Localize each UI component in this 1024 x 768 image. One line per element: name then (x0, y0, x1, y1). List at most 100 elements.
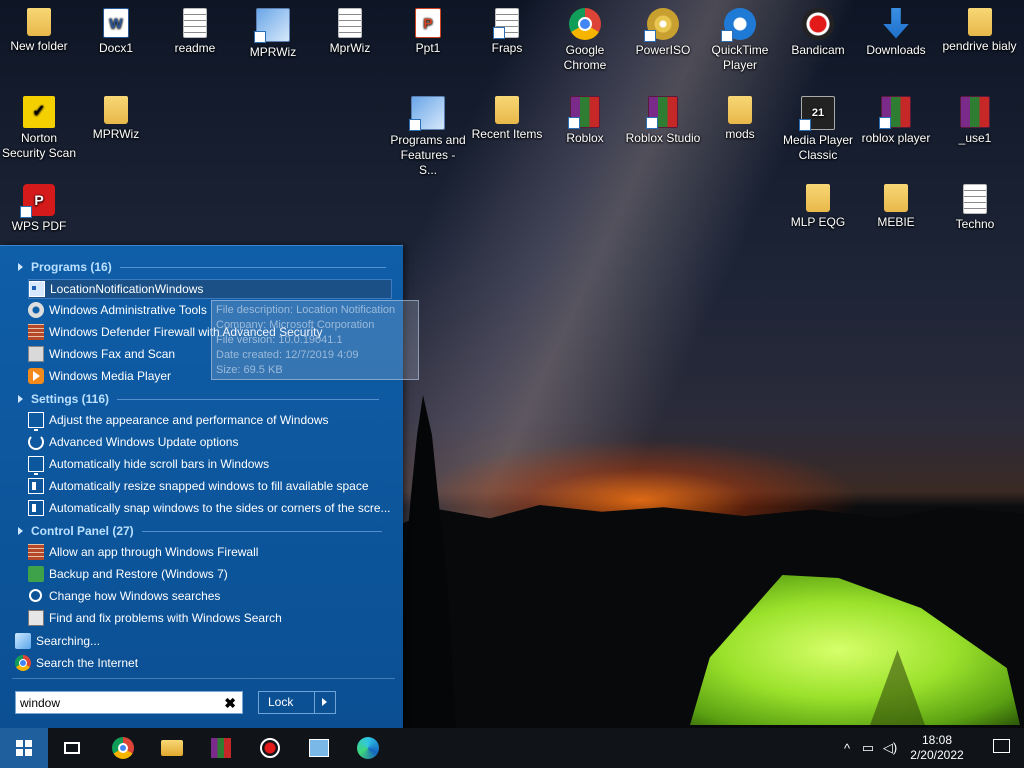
desktop-icon-wps-pdf[interactable]: P WPS PDF (1, 184, 77, 234)
sync-icon (28, 434, 44, 450)
program-item-media-player[interactable]: Windows Media Player (28, 366, 171, 386)
desktop-icon-quicktime[interactable]: QuickTime Player (702, 8, 778, 73)
taskbar-clock[interactable]: 18:08 2/20/2022 (902, 733, 972, 763)
taskbar-bandicam[interactable] (246, 728, 294, 768)
section-divider (117, 398, 380, 400)
section-divider (141, 530, 382, 532)
desktop-icon-norton[interactable]: ✓ Norton Security Scan (1, 96, 77, 161)
desktop-icon-downloads[interactable]: Downloads (858, 8, 934, 58)
desktop-icon-techno[interactable]: Techno (937, 184, 1013, 232)
desktop-icon-mprwiz-folder[interactable]: MPRWiz (78, 96, 154, 142)
archive-icon (211, 738, 231, 758)
taskbar-edge[interactable] (344, 728, 392, 768)
chevron-up-icon[interactable]: ^ (838, 741, 856, 756)
desktop-icon-mods[interactable]: mods (702, 96, 778, 142)
control-panel-section-header[interactable]: Control Panel (27) (18, 524, 386, 538)
archive-icon (646, 96, 678, 129)
desktop-icon-google-chrome[interactable]: Google Chrome (547, 8, 623, 73)
settings-item-snap-windows[interactable]: Automatically snap windows to the sides … (28, 498, 391, 518)
disc-icon (644, 8, 679, 42)
gear-icon (28, 302, 44, 318)
desktop-icon-bandicam[interactable]: Bandicam (780, 8, 856, 58)
desktop-icon-poweriso[interactable]: PowerISO (625, 8, 701, 58)
lock-button[interactable]: Lock (258, 691, 336, 714)
powerpoint-doc-icon: P (415, 8, 441, 38)
desktop-icon-new-folder[interactable]: New folder (1, 8, 77, 54)
desktop-icon-fraps[interactable]: Fraps (469, 8, 545, 56)
pdf-icon: P (20, 184, 55, 218)
desktop-icon-docx1[interactable]: W Docx1 (78, 8, 154, 56)
section-divider (119, 266, 386, 268)
search-input[interactable] (16, 692, 214, 713)
chrome-icon (15, 655, 31, 671)
desktop-icon-mebie[interactable]: MEBIE (858, 184, 934, 230)
tooltip-line: File version: 10.0.19041.1 (216, 334, 343, 346)
desktop-icon-roblox-studio[interactable]: Roblox Studio (625, 96, 701, 146)
desktop-icon-roblox-player[interactable]: roblox player (858, 96, 934, 146)
wizard-app-icon (254, 8, 290, 43)
programs-section-header[interactable]: Programs (16) (18, 260, 386, 274)
desktop-icon-recent-items[interactable]: Recent Items (469, 96, 545, 142)
tooltip-line: Company: Microsoft Corporation (216, 319, 375, 331)
expand-triangle-icon (18, 527, 23, 535)
taskbar-app[interactable] (295, 728, 343, 768)
text-file-icon (338, 8, 362, 38)
record-icon (260, 738, 280, 758)
media-player-icon (28, 368, 44, 384)
chrome-icon (569, 8, 601, 40)
searching-icon (15, 633, 31, 649)
archive-icon (568, 96, 600, 129)
desktop-icon-ppt1[interactable]: P Ppt1 (390, 8, 466, 56)
control-panel-item-search-options[interactable]: Change how Windows searches (28, 586, 220, 606)
task-view-icon (64, 742, 80, 754)
quicktime-icon (721, 8, 756, 42)
notification-center-icon[interactable] (993, 739, 1010, 753)
desktop-icon-programs-features[interactable]: Programs and Features - S... (390, 96, 466, 178)
settings-item-update-options[interactable]: Advanced Windows Update options (28, 432, 238, 452)
folder-icon (806, 184, 830, 212)
settings-section-header[interactable]: Settings (116) (18, 392, 386, 406)
desktop-icon-readme[interactable]: readme (157, 8, 233, 56)
media-player-icon: 21 (799, 96, 835, 131)
desktop-icon-mlp-eqg[interactable]: MLP EQG (780, 184, 856, 230)
start-search-box[interactable]: ✖ (15, 691, 243, 714)
desktop-icon-roblox[interactable]: Roblox (547, 96, 623, 146)
power-options-arrow-icon[interactable] (314, 692, 335, 713)
windows-logo-icon (16, 740, 32, 756)
taskbar-chrome[interactable] (99, 728, 147, 768)
clock-date: 2/20/2022 (910, 748, 964, 762)
programs-icon (409, 96, 445, 131)
program-item-fax-scan[interactable]: Windows Fax and Scan (28, 344, 175, 364)
window-icon (29, 281, 45, 297)
desktop-icon-mprwiz-file[interactable]: MprWiz (312, 8, 388, 56)
tooltip-line: Date created: 12/7/2019 4:09 (216, 349, 359, 361)
clock-time: 18:08 (921, 733, 953, 747)
program-item-admin-tools[interactable]: Windows Administrative Tools (28, 300, 207, 320)
folder-icon (728, 96, 752, 124)
program-item-location-notification[interactable]: LocationNotificationWindows (28, 279, 392, 299)
taskbar-file-explorer[interactable] (148, 728, 196, 768)
control-panel-item-backup[interactable]: Backup and Restore (Windows 7) (28, 564, 228, 584)
record-icon (802, 8, 834, 40)
folder-icon (967, 8, 992, 36)
desktop-icon-pendrive-bialy[interactable]: pendrive bialy (937, 8, 1022, 54)
taskbar-winrar[interactable] (197, 728, 245, 768)
control-panel-item-allow-app[interactable]: Allow an app through Windows Firewall (28, 542, 258, 562)
desktop-icon-mprwiz-app[interactable]: MPRWiz (235, 8, 311, 60)
settings-item-hide-scrollbars[interactable]: Automatically hide scroll bars in Window… (28, 454, 269, 475)
network-icon[interactable]: ▭ (856, 740, 880, 756)
control-panel-item-troubleshoot[interactable]: Find and fix problems with Windows Searc… (28, 608, 282, 628)
speaker-icon[interactable]: ◁) (880, 740, 900, 756)
edge-icon (357, 737, 379, 759)
clear-search-icon[interactable]: ✖ (224, 694, 236, 712)
task-view-button[interactable] (48, 728, 96, 768)
backup-icon (28, 566, 44, 582)
search-internet-item[interactable]: Search the Internet (15, 653, 138, 673)
menu-divider (12, 678, 395, 679)
chrome-icon (112, 737, 134, 759)
settings-item-resize-snapped[interactable]: Automatically resize snapped windows to … (28, 476, 369, 496)
desktop-icon-media-player-classic[interactable]: 21 Media Player Classic (780, 96, 856, 163)
settings-item-appearance[interactable]: Adjust the appearance and performance of… (28, 410, 329, 431)
start-button[interactable] (0, 728, 48, 768)
desktop-icon-use1[interactable]: _use1 (937, 96, 1013, 146)
